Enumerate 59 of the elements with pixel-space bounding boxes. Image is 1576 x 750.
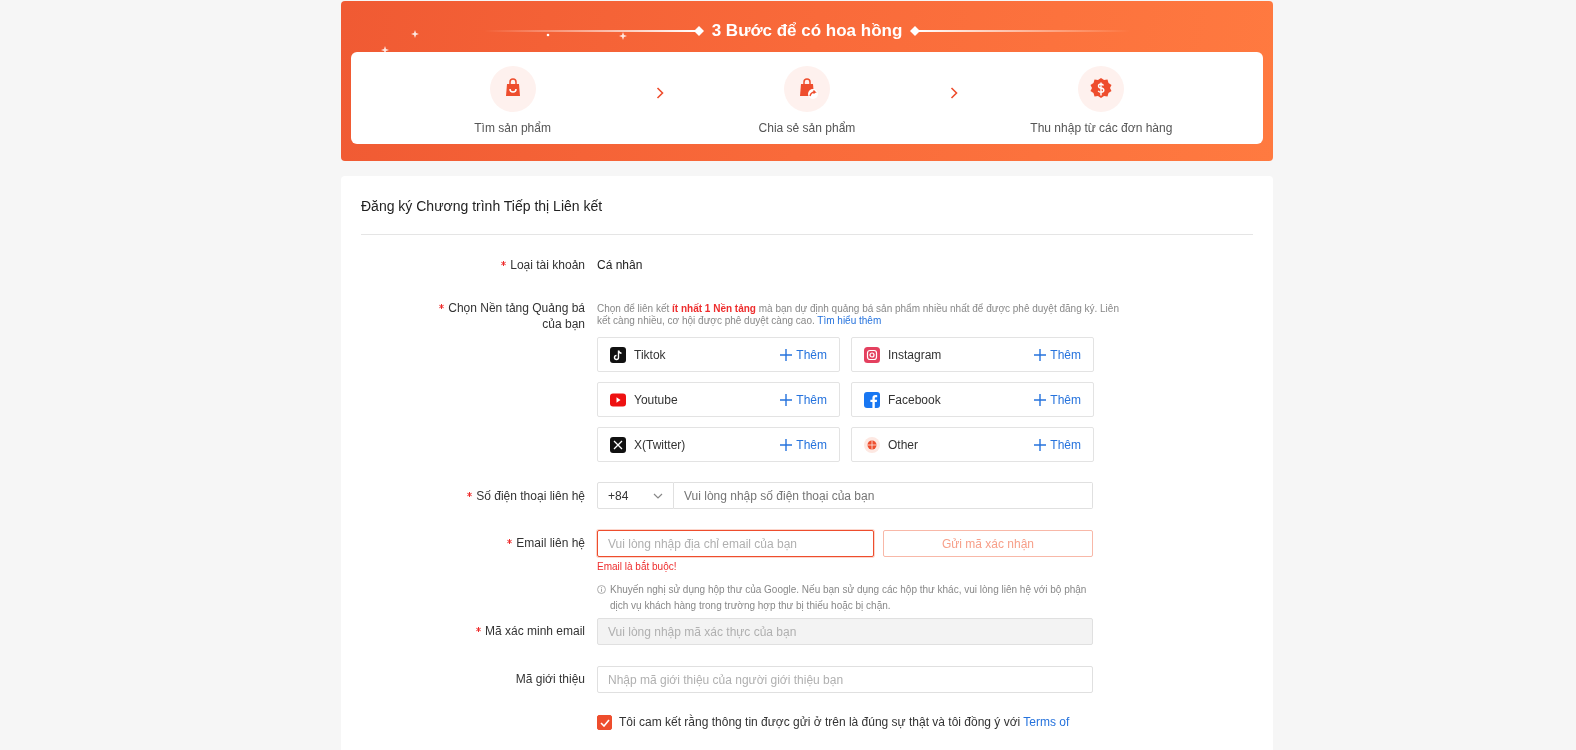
- required-icon: [507, 539, 513, 544]
- dollar-badge-icon: [1078, 65, 1125, 112]
- info-icon: [597, 585, 606, 594]
- play-logo-icon: [610, 391, 626, 408]
- add-button[interactable]: Thêm: [1034, 392, 1081, 407]
- banner-title: 3 Bước để có hoa hồng: [711, 21, 903, 41]
- agreement-checkbox[interactable]: [597, 715, 612, 730]
- platform-name: Other: [888, 437, 919, 452]
- agreement-text: Tôi cam kết rằng thông tin được gửi ở trên là đúng sự thật và tôi đồng ý với Terms of: [619, 714, 1070, 730]
- plus-icon: [1034, 438, 1047, 451]
- field-label: Loại tài khoản: [501, 257, 585, 273]
- error-message: Email là bắt buộc!: [597, 561, 678, 573]
- chevron-right-icon: [950, 87, 959, 99]
- required-icon: [467, 491, 473, 497]
- x-logo-icon: [610, 436, 626, 453]
- platform-name: Youtube: [634, 392, 679, 407]
- chevron-down-icon: [653, 492, 663, 499]
- form-title: Đăng ký Chương trình Tiếp thị Liên kết: [361, 197, 604, 216]
- platform-name: Facebook: [888, 392, 942, 407]
- learn-more-link[interactable]: Tìm hiểu thêm: [817, 315, 882, 326]
- field-label: Mã xác minh email: [475, 623, 585, 639]
- field-label: Số điện thoại liên hệ: [467, 487, 585, 504]
- platform-name: Instagram: [888, 347, 943, 362]
- platform-name: Tiktok: [634, 347, 667, 362]
- step-label: Tìm sản phẩm: [474, 120, 551, 135]
- referral-code-input[interactable]: Nhập mã giới thiệu của người giới thiệu bạn: [597, 666, 1093, 693]
- facebook-logo-icon: [864, 391, 880, 408]
- plus-icon: [1034, 348, 1047, 361]
- bag-share-icon: [783, 65, 830, 112]
- account-type-value: Cá nhân: [597, 258, 643, 272]
- plus-icon: [1034, 393, 1047, 406]
- chevron-right-icon: [655, 87, 664, 99]
- add-button[interactable]: Thêm: [1034, 347, 1081, 362]
- add-button[interactable]: Thêm: [1034, 437, 1081, 452]
- email-note: Khuyến nghị sử dụng hộp thư của Google. Nếu bạn sử dụng các hộp thư khác, vui lòng liên hệ với bộ phận dịch vụ khách hàng trong trường hợp thư bị thiếu hoặc bị chặn.: [610, 583, 1088, 613]
- field-label: Chọn Nền tảng Quảng bá của bạn: [420, 300, 585, 332]
- required-icon: [475, 627, 481, 632]
- add-button[interactable]: Thêm: [780, 392, 827, 407]
- step-label: Thu nhập từ các đơn hàng: [1030, 120, 1173, 135]
- plus-icon: [780, 393, 793, 406]
- add-button[interactable]: Thêm: [780, 347, 827, 362]
- phone-input[interactable]: Vui lòng nhập số điện thoại của bạn: [674, 482, 1093, 509]
- platform-hint: Chọn để liên kết ít nhất 1 Nền tảng mà bạn dự định quảng bá sản phẩm nhiều nhất để được phê duyệt đăng ký. Liên kết càng nhiều, cơ hội được phê duyệt càng cao. Tìm hiểu thêm: [597, 303, 1120, 327]
- required-icon: [501, 261, 507, 266]
- bag-icon: [489, 65, 536, 112]
- plus-icon: [780, 348, 793, 361]
- terms-link[interactable]: Terms of: [1023, 715, 1070, 729]
- platform-name: X(Twitter): [634, 437, 687, 452]
- country-code-dropdown[interactable]: +84: [597, 482, 674, 509]
- globe-icon: [864, 436, 880, 453]
- required-icon: [439, 304, 445, 309]
- plus-icon: [780, 438, 793, 451]
- field-label: Mã giới thiệu: [515, 671, 585, 687]
- note-logo-icon: [610, 346, 626, 363]
- step-label: Chia sẻ sản phẩm: [758, 120, 856, 135]
- camera-logo-icon: [864, 346, 880, 363]
- field-label: Email liên hệ: [507, 535, 585, 551]
- email-input[interactable]: Vui lòng nhập địa chỉ email của bạn: [597, 530, 874, 557]
- add-button[interactable]: Thêm: [780, 437, 827, 452]
